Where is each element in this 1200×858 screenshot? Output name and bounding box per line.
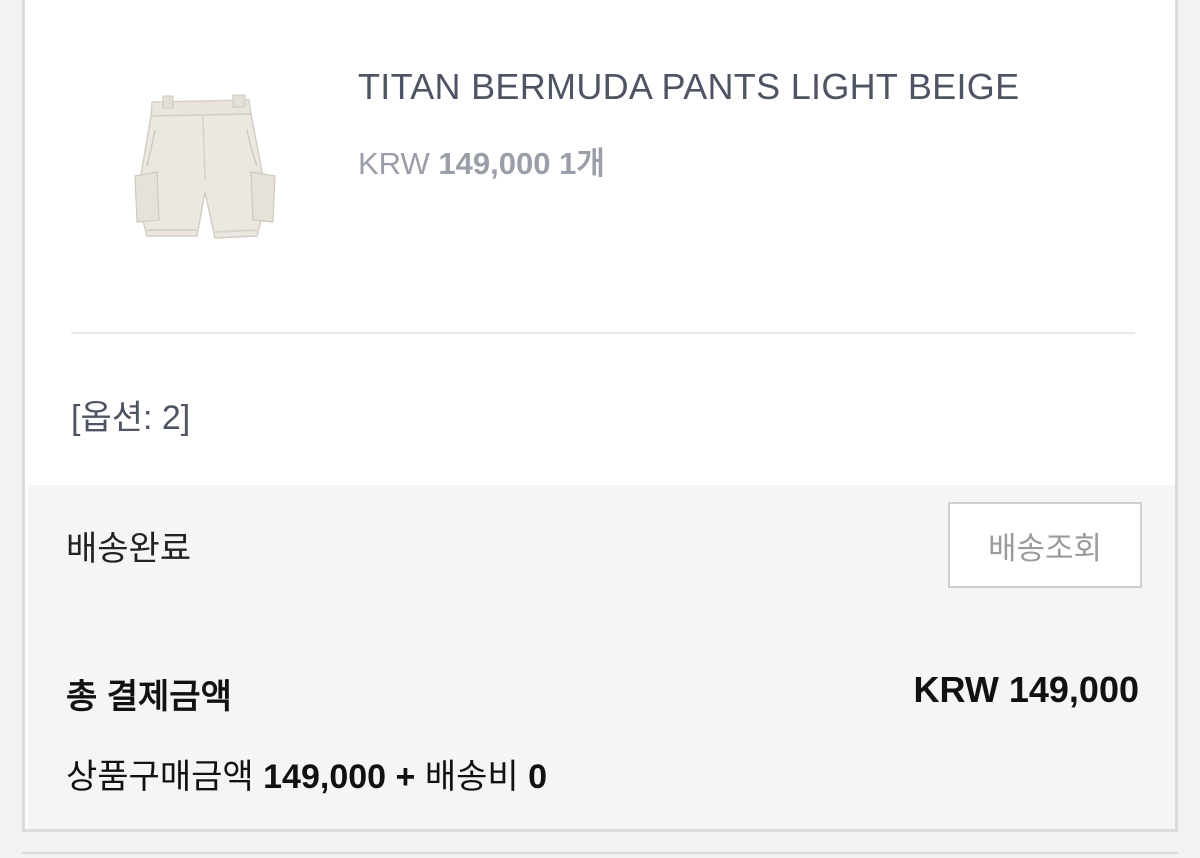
option-text: [옵션: 2] xyxy=(71,399,191,437)
items-amount-value: 149,000 xyxy=(263,758,387,796)
total-payment-value: KRW 149,000 xyxy=(913,669,1139,710)
price-amount: 149,000 xyxy=(438,146,551,181)
order-item-card: TITAN BERMUDA PANTS LIGHT BEIGE KRW 149,… xyxy=(22,0,1178,832)
delivery-payment-panel: 배송완료 배송조회 총 결제금액 KRW 149,000 상품구매금액 149,… xyxy=(28,485,1175,829)
product-price-line: KRW 149,000 1개 xyxy=(358,138,605,183)
shipping-fee-label: 배송비 xyxy=(424,758,519,796)
product-image[interactable] xyxy=(107,80,303,260)
price-currency: KRW xyxy=(358,146,430,181)
delivery-status: 배송완료 xyxy=(66,530,192,568)
track-delivery-button[interactable]: 배송조회 xyxy=(948,502,1142,588)
shipping-fee-value: 0 xyxy=(528,758,548,796)
divider xyxy=(71,332,1135,334)
product-name[interactable]: TITAN BERMUDA PANTS LIGHT BEIGE xyxy=(358,66,1158,108)
total-payment-label: 총 결제금액 xyxy=(66,678,232,716)
items-amount-label: 상품구매금액 xyxy=(66,758,254,796)
payment-breakdown: 상품구매금액 149,000 + 배송비 0 xyxy=(66,749,547,798)
quantity: 1개 xyxy=(559,146,605,181)
plus-sign: + xyxy=(395,758,416,796)
shorts-image-icon xyxy=(134,94,276,239)
next-card-edge xyxy=(22,852,1178,858)
